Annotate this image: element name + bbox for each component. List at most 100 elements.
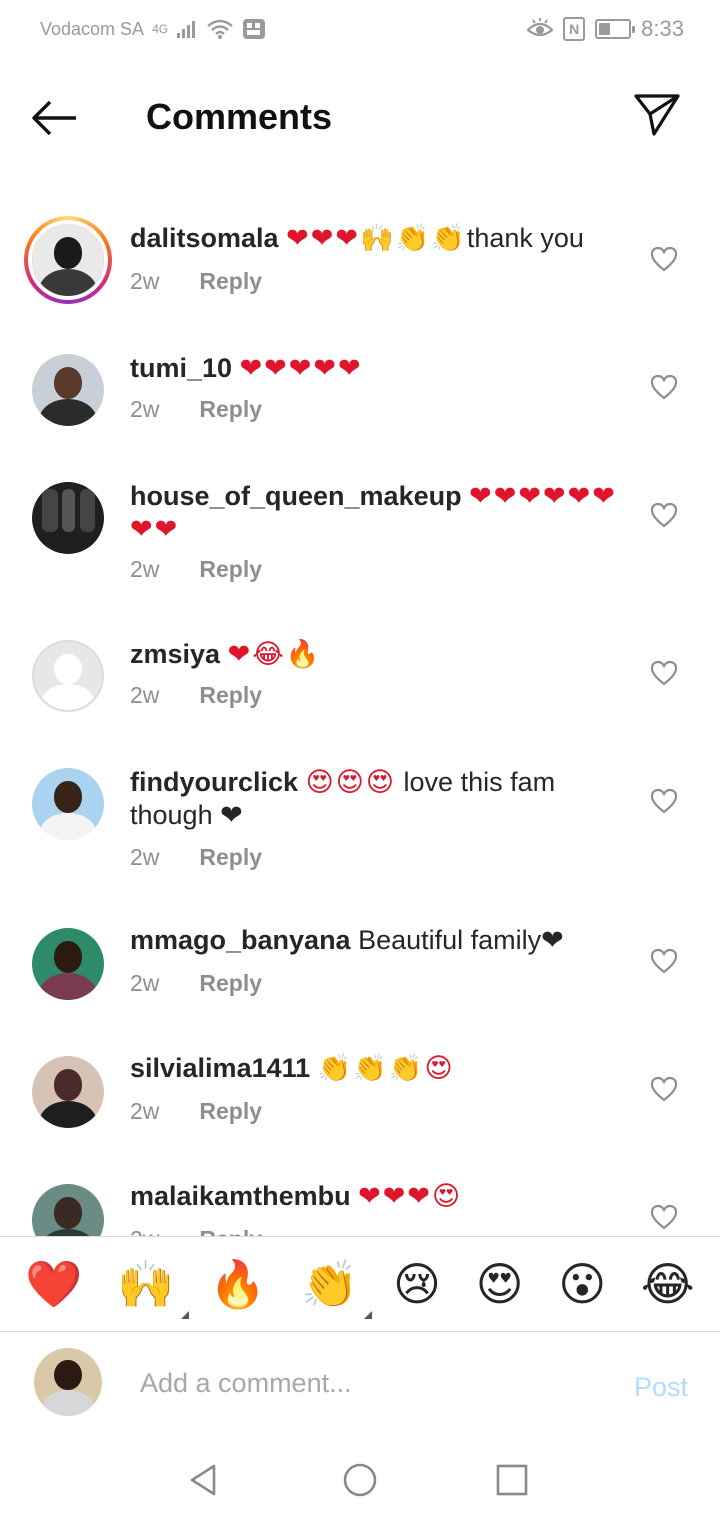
comments-list[interactable]: dalitsomala ❤❤❤🙌👏👏thank you 2w Reply tum… xyxy=(0,178,720,1236)
network-type: 4G xyxy=(152,22,169,36)
status-bar: Vodacom SA 4G N 8:33 xyxy=(0,0,720,62)
comment-time: 2w xyxy=(130,1226,159,1236)
reply-button[interactable]: Reply xyxy=(199,268,262,295)
comment-text: dalitsomala ❤❤❤🙌👏👏thank you xyxy=(130,222,630,255)
heart-outline-icon[interactable] xyxy=(650,948,678,974)
comment-item: tumi_10 ❤❤❤❤❤ 2w Reply xyxy=(0,352,720,462)
heart-outline-icon[interactable] xyxy=(650,246,678,272)
reply-button[interactable]: Reply xyxy=(199,970,262,997)
comment-text: house_of_queen_makeup ❤❤❤❤❤❤❤❤ xyxy=(130,480,630,546)
comment-time: 2w xyxy=(130,396,160,422)
page-title: Comments xyxy=(146,96,333,137)
signal-icon xyxy=(177,21,196,38)
paper-plane-icon[interactable] xyxy=(632,92,682,138)
emoji-heart-button[interactable]: ❤️ xyxy=(25,1261,82,1307)
username[interactable]: zmsiya xyxy=(130,639,220,669)
battery-icon xyxy=(595,19,636,39)
username[interactable]: tumi_10 xyxy=(130,353,232,383)
emoji-sad-button[interactable]: 😢 xyxy=(393,1261,441,1307)
comment-input[interactable] xyxy=(140,1360,580,1406)
emoji-fire-button[interactable]: 🔥 xyxy=(209,1261,266,1307)
back-arrow-icon[interactable] xyxy=(28,96,80,140)
comment-time: 2w xyxy=(130,268,160,294)
comment-meta: 2w Reply xyxy=(130,1098,262,1125)
comment-meta: 2w Reply xyxy=(130,268,262,295)
emoji-raised-hands-button[interactable]: 🙌 xyxy=(117,1261,189,1319)
comment-text: findyourclick 😍😍😍 love this fam though ❤ xyxy=(130,766,630,832)
skin-tone-indicator-icon xyxy=(180,1311,189,1319)
comment-meta: 2w Reply xyxy=(130,396,262,423)
username[interactable]: house_of_queen_makeup xyxy=(130,481,462,511)
system-nav-bar xyxy=(0,1440,720,1520)
comment-message: Beautiful family❤ xyxy=(358,925,564,955)
username[interactable]: dalitsomala xyxy=(130,223,279,253)
comment-meta: 2w Reply xyxy=(130,970,262,997)
heart-outline-icon[interactable] xyxy=(650,788,678,814)
comment-emoji: ❤❤❤❤❤ xyxy=(239,353,363,383)
comment-text: mmago_banyana Beautiful family❤ xyxy=(130,924,630,957)
avatar-placeholder[interactable] xyxy=(32,640,104,712)
status-left: Vodacom SA 4G xyxy=(40,18,266,40)
clock: 8:33 xyxy=(641,16,684,41)
nav-recents-icon[interactable] xyxy=(492,1460,532,1500)
eye-comfort-icon xyxy=(527,18,554,37)
avatar[interactable] xyxy=(32,354,104,426)
username[interactable]: mmago_banyana xyxy=(130,925,351,955)
comment-time: 2w xyxy=(130,970,160,996)
avatar[interactable] xyxy=(32,1184,104,1236)
comment-item: mmago_banyana Beautiful family❤ 2w Reply xyxy=(0,924,720,1034)
comment-item: findyourclick 😍😍😍 love this fam though ❤… xyxy=(0,766,720,906)
avatar[interactable] xyxy=(32,482,104,554)
heart-outline-icon[interactable] xyxy=(650,1076,678,1102)
avatar-story-ring[interactable] xyxy=(24,216,112,304)
comment-meta: 2w Reply xyxy=(130,1226,262,1236)
comment-time: 2w xyxy=(130,1098,160,1124)
comment-text: silvialima1411 👏👏👏😍 xyxy=(130,1052,630,1085)
heart-outline-icon[interactable] xyxy=(650,502,678,528)
avatar xyxy=(28,220,108,300)
avatar[interactable] xyxy=(32,1056,104,1128)
username[interactable]: findyourclick xyxy=(130,767,298,797)
nfc-icon: N xyxy=(563,17,586,41)
comment-message: thank you xyxy=(466,223,584,253)
gallery-notification-icon xyxy=(243,19,266,39)
heart-outline-icon[interactable] xyxy=(650,374,678,400)
comment-meta: 2w Reply xyxy=(130,556,262,583)
current-user-avatar xyxy=(34,1348,102,1416)
comment-text: tumi_10 ❤❤❤❤❤ xyxy=(130,352,630,385)
avatar[interactable] xyxy=(32,928,104,1000)
comment-time: 2w xyxy=(130,844,160,870)
nav-home-icon[interactable] xyxy=(340,1460,380,1500)
comment-item: zmsiya ❤😂🔥 2w Reply xyxy=(0,638,720,748)
reply-button[interactable]: Reply xyxy=(199,396,262,423)
carrier-label: Vodacom SA xyxy=(40,18,145,39)
comment-item: silvialima1411 👏👏👏😍 2w Reply xyxy=(0,1052,720,1162)
comment-emoji: 👏👏👏😍 xyxy=(317,1053,455,1083)
comment-item: malaikamthembu ❤❤❤😍 2w Reply xyxy=(0,1180,720,1236)
heart-outline-icon[interactable] xyxy=(650,660,678,686)
comment-emoji: 😍😍😍 xyxy=(305,767,397,797)
post-button[interactable]: Post xyxy=(634,1372,688,1403)
skin-tone-indicator-icon xyxy=(364,1311,373,1319)
comment-composer: Post xyxy=(0,1332,720,1440)
reply-button[interactable]: Reply xyxy=(199,556,262,583)
status-right: N 8:33 xyxy=(527,16,684,42)
reply-button[interactable]: Reply xyxy=(199,844,262,871)
heart-outline-icon[interactable] xyxy=(650,1204,678,1230)
reply-button[interactable]: Reply xyxy=(199,1098,262,1125)
nav-back-icon[interactable] xyxy=(184,1460,224,1500)
emoji-clap-button[interactable]: 👏 xyxy=(301,1261,373,1319)
emoji-glyph: 👏 xyxy=(301,1257,359,1311)
emoji-heart-eyes-button[interactable]: 😍 xyxy=(476,1261,524,1307)
username[interactable]: malaikamthembu xyxy=(130,1181,351,1211)
username[interactable]: silvialima1411 xyxy=(130,1053,310,1083)
emoji-quick-bar: ❤️ 🙌 🔥 👏 😢 😍 😮 😂 xyxy=(0,1236,720,1332)
comment-item: house_of_queen_makeup ❤❤❤❤❤❤❤❤ 2w Reply xyxy=(0,480,720,620)
comment-text: zmsiya ❤😂🔥 xyxy=(130,638,630,671)
reply-button[interactable]: Reply xyxy=(199,682,262,709)
emoji-glyph: 🙌 xyxy=(117,1257,175,1311)
emoji-surprised-button[interactable]: 😮 xyxy=(558,1261,606,1307)
emoji-laughing-button[interactable]: 😂 xyxy=(641,1261,695,1307)
avatar[interactable] xyxy=(32,768,104,840)
reply-button[interactable]: Reply xyxy=(199,1226,262,1236)
